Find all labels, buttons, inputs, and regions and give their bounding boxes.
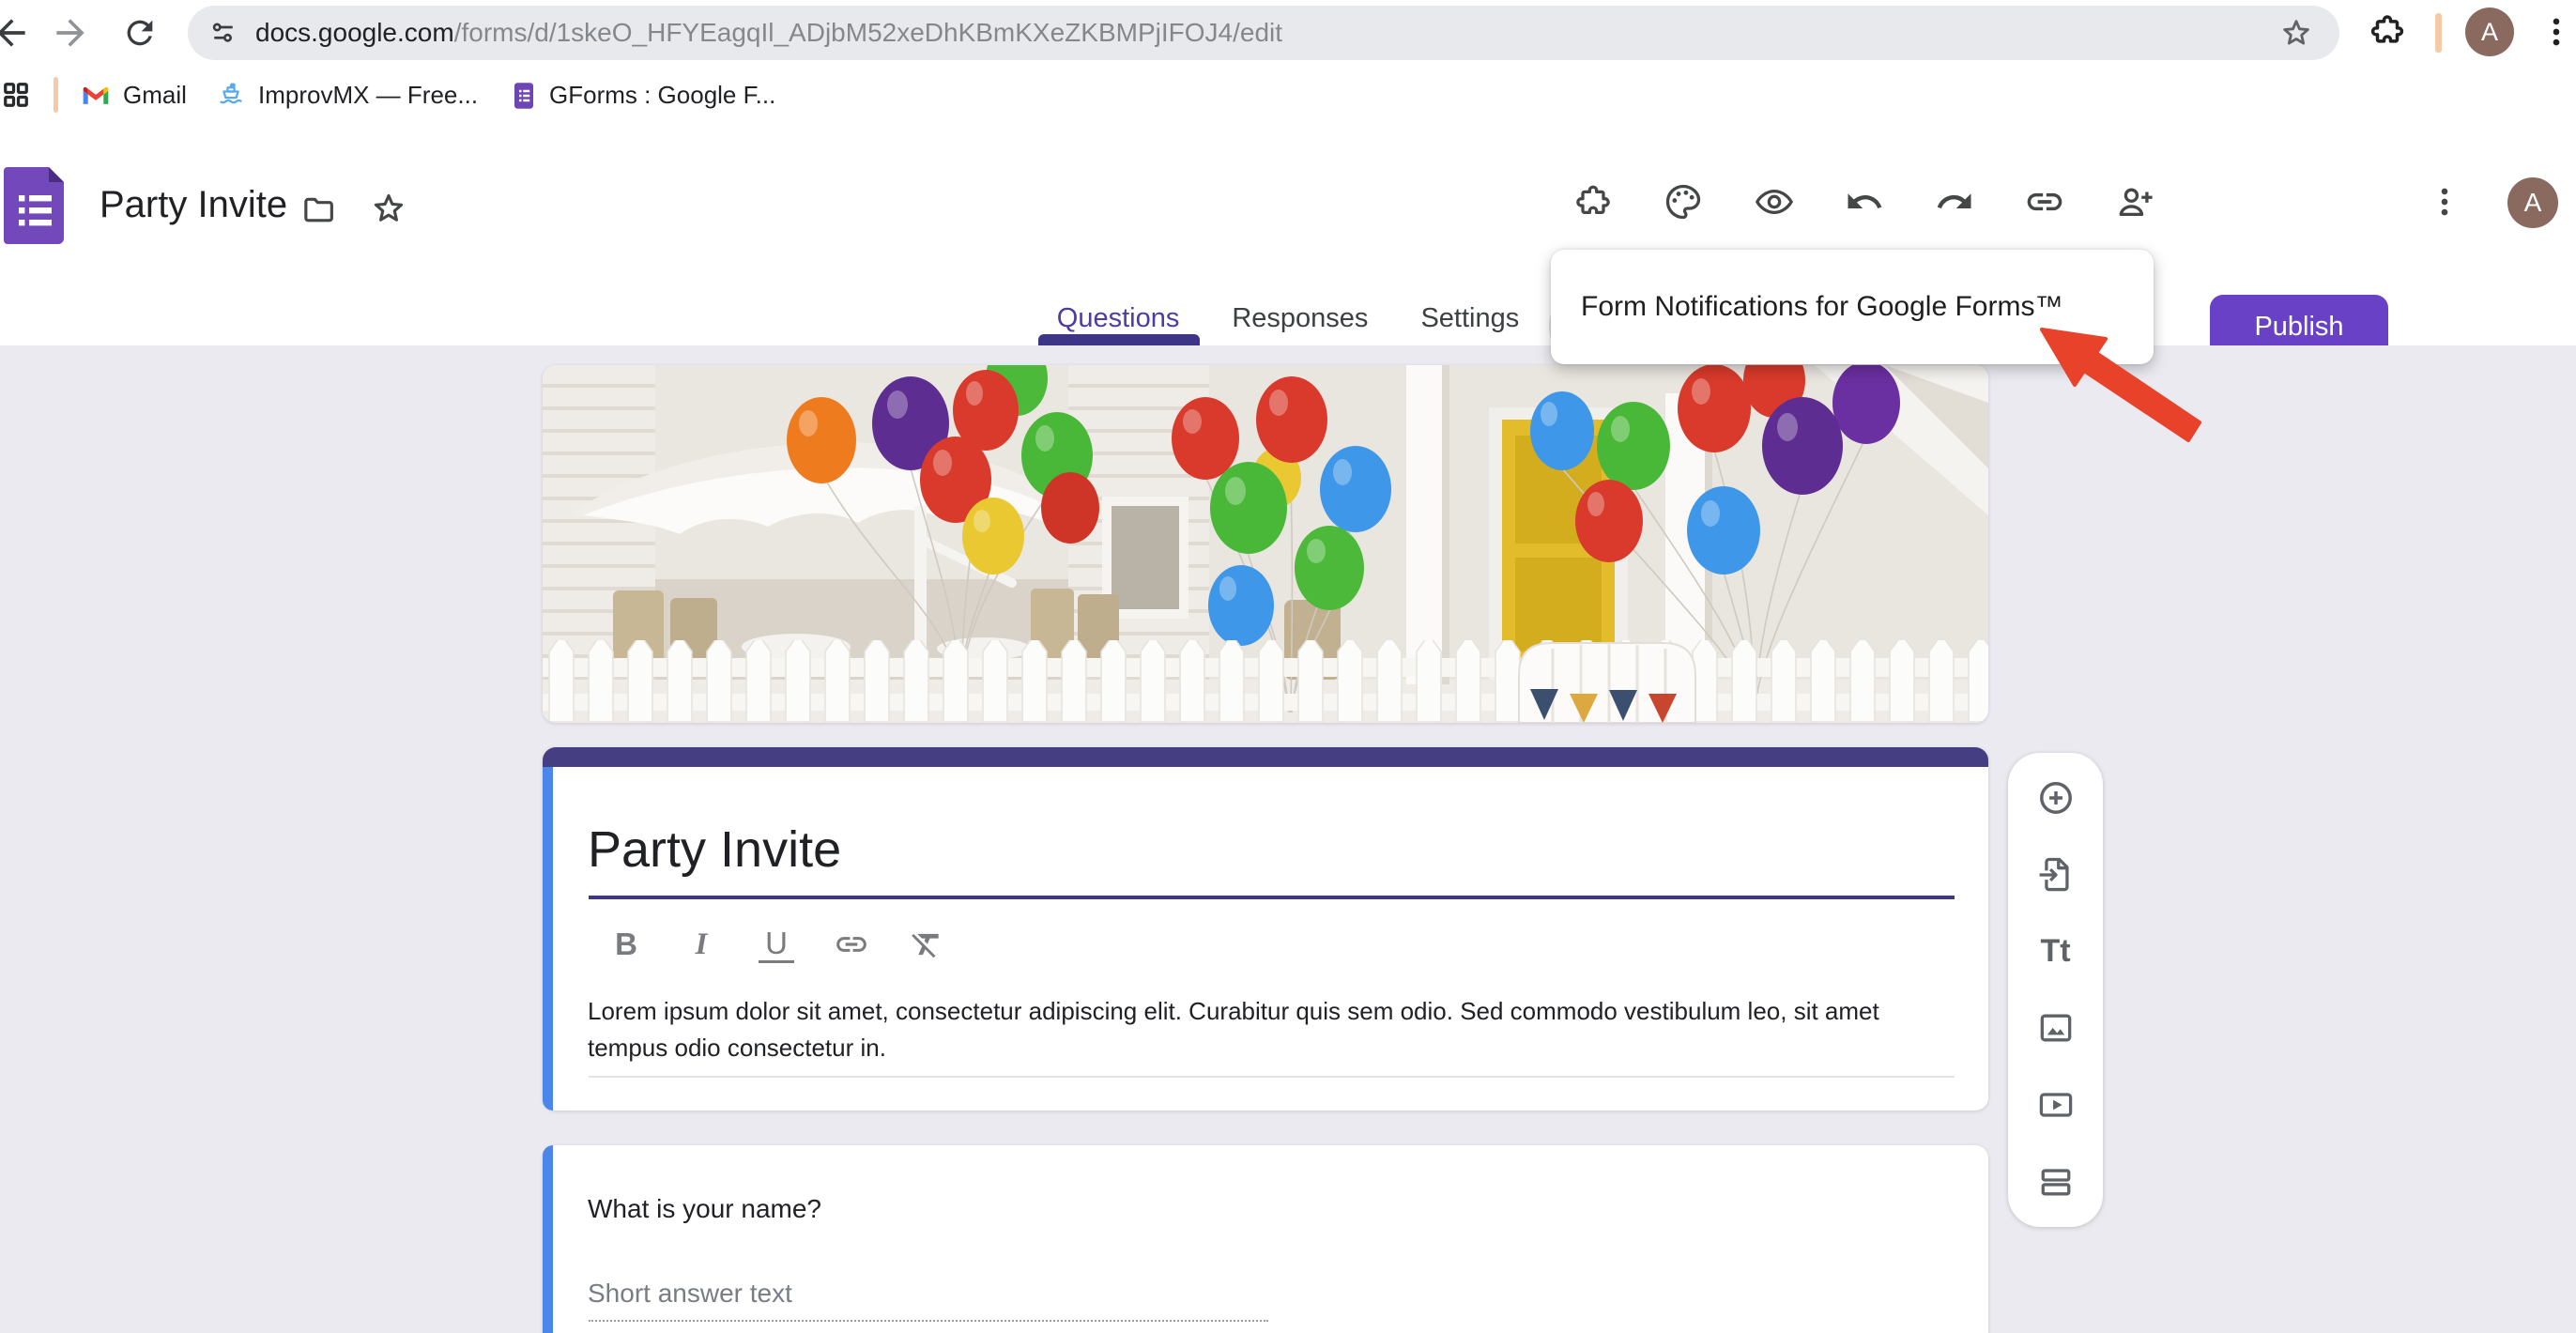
active-tab-underline xyxy=(1038,334,1201,345)
add-title-icon[interactable]: Tt xyxy=(2035,931,2077,973)
apps-grid-icon[interactable] xyxy=(2,81,30,109)
tune-icon[interactable] xyxy=(207,16,240,50)
back-icon[interactable] xyxy=(0,12,32,54)
url-text: docs.google.com/forms/d/1skeO_HFYEagqIl_… xyxy=(255,18,2277,48)
insert-link-button[interactable] xyxy=(834,924,869,965)
redo-icon[interactable] xyxy=(1934,181,1975,222)
tab-responses[interactable]: Responses xyxy=(1228,291,1372,345)
add-section-icon[interactable] xyxy=(2035,1161,2077,1203)
bookmark-gforms[interactable]: GForms : Google F... xyxy=(511,66,775,125)
forms-menu-kebab-icon[interactable] xyxy=(2424,181,2465,222)
short-answer-placeholder: Short answer text xyxy=(588,1279,792,1309)
browser-menu-icon[interactable] xyxy=(2536,11,2576,53)
form-title-card[interactable]: Party Invite B I U Lorem ipsum dolor sit… xyxy=(543,747,1988,1111)
undo-icon[interactable] xyxy=(1844,181,1885,222)
bookmark-label: ImprovMX — Free... xyxy=(258,81,478,110)
account-avatar[interactable]: A xyxy=(2507,177,2558,228)
clear-formatting-button[interactable] xyxy=(909,924,944,965)
balloons-photo xyxy=(543,365,1988,723)
bookmark-gmail[interactable]: Gmail xyxy=(81,66,187,125)
addon-menu-item[interactable]: Form Notifications for Google Forms™ xyxy=(1551,291,2062,323)
question-title[interactable]: What is your name? xyxy=(588,1194,821,1224)
bookmark-label: GForms : Google F... xyxy=(549,81,775,110)
add-video-icon[interactable] xyxy=(2035,1084,2077,1126)
question-card[interactable]: What is your name? Short answer text xyxy=(543,1145,1988,1333)
copy-link-icon[interactable] xyxy=(2024,181,2065,222)
addons-puzzle-icon[interactable] xyxy=(1572,181,1614,222)
bold-button[interactable]: B xyxy=(608,924,644,965)
share-person-add-icon[interactable] xyxy=(2115,181,2156,222)
short-answer-line xyxy=(589,1320,1268,1322)
card-theme-bar xyxy=(543,747,1988,767)
bookmark-improvmx[interactable]: ImprovMX — Free... xyxy=(216,66,478,125)
forward-icon[interactable] xyxy=(50,12,91,54)
italic-button[interactable]: I xyxy=(683,924,719,965)
google-forms-logo-icon[interactable] xyxy=(4,167,64,244)
title-underline xyxy=(589,896,1955,899)
browser-toolbar: docs.google.com/forms/d/1skeO_HFYEagqIl_… xyxy=(0,0,2576,66)
url-domain: docs.google.com xyxy=(255,18,454,47)
form-description[interactable]: Lorem ipsum dolor sit amet, consectetur … xyxy=(588,993,1911,1066)
form-title-input[interactable]: Party Invite xyxy=(588,820,841,879)
preview-eye-icon[interactable] xyxy=(1754,181,1795,222)
add-image-icon[interactable] xyxy=(2035,1007,2077,1049)
tab-settings[interactable]: Settings xyxy=(1417,291,1523,345)
floating-action-toolbar: Tt xyxy=(2008,753,2103,1227)
import-questions-icon[interactable] xyxy=(2035,854,2077,896)
address-bar[interactable]: docs.google.com/forms/d/1skeO_HFYEagqIl_… xyxy=(188,6,2339,60)
move-folder-icon[interactable] xyxy=(299,190,340,231)
screen: docs.google.com/forms/d/1skeO_HFYEagqIl_… xyxy=(0,0,2576,1333)
gforms-doc-icon xyxy=(511,82,537,110)
bookmark-label: Gmail xyxy=(123,81,187,110)
extensions-icon[interactable] xyxy=(2367,10,2408,52)
add-question-icon[interactable] xyxy=(2035,777,2077,819)
bookmark-star-icon[interactable] xyxy=(2277,14,2315,52)
bookmarks-bar: Gmail ImprovMX — Free... xyxy=(0,66,2576,125)
selected-card-stripe xyxy=(543,1145,553,1333)
browser-avatar[interactable]: A xyxy=(2465,8,2514,56)
form-banner-image xyxy=(543,365,1988,723)
star-icon[interactable] xyxy=(368,188,409,229)
improvmx-ship-icon xyxy=(216,81,246,111)
selected-card-stripe xyxy=(543,767,553,1111)
annotation-arrow-icon xyxy=(2018,313,2216,453)
profile-divider xyxy=(2435,13,2442,53)
bookmarks-divider xyxy=(54,77,58,113)
gmail-icon xyxy=(81,83,111,108)
form-editor-canvas: Party Invite B I U Lorem ipsum dolor sit… xyxy=(0,345,2576,1333)
tab-questions[interactable]: Questions xyxy=(1053,291,1184,345)
customize-theme-icon[interactable] xyxy=(1663,181,1704,222)
url-path: /forms/d/1skeO_HFYEagqIl_ADjbM52xeDhKBmK… xyxy=(454,18,1282,47)
description-underline xyxy=(589,1076,1955,1078)
document-title[interactable]: Party Invite xyxy=(100,184,287,226)
underline-button[interactable]: U xyxy=(759,927,794,963)
format-toolbar: B I U xyxy=(608,924,944,965)
refresh-icon[interactable] xyxy=(119,12,161,54)
